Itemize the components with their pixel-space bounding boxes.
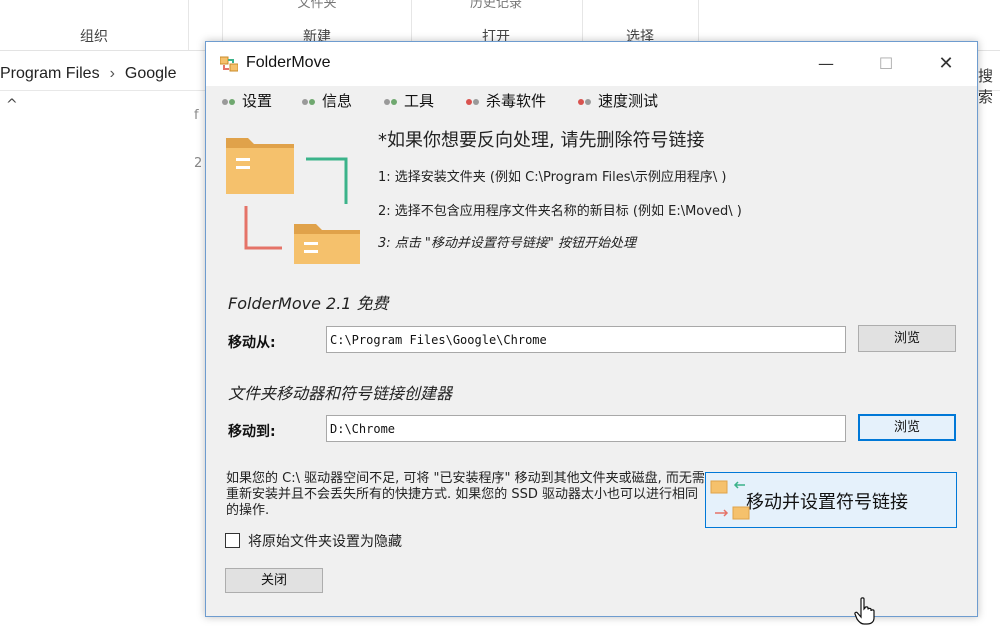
hand-cursor-icon [854, 597, 875, 625]
browse-to-button[interactable]: 浏览 [858, 414, 956, 441]
breadcrumb[interactable]: Program Files › Google [0, 65, 177, 83]
instruction-step-3: 3: 点击 "移动并设置符号链接" 按钮开始处理 [378, 236, 637, 251]
app-icon [220, 56, 238, 72]
version-heading: FolderMove 2.1 免费 [228, 294, 389, 313]
chevron-up-icon[interactable]: ^ [6, 97, 18, 113]
move-from-input[interactable]: C:\Program Files\Google\Chrome [326, 326, 846, 353]
move-to-input[interactable]: D:\Chrome [326, 415, 846, 442]
dots-icon [222, 91, 236, 109]
title-bar[interactable]: FolderMove — ☐ ✕ [206, 42, 977, 86]
reverse-note: *如果你想要反向处理, 请先删除符号链接 [378, 130, 705, 151]
main-content: *如果你想要反向处理, 请先删除符号链接 1: 选择安装文件夹 (例如 C:\P… [206, 114, 977, 625]
move-to-label: 移动到: [228, 424, 276, 440]
move-from-label: 移动从: [228, 335, 276, 351]
dots-icon [466, 91, 480, 109]
maximize-icon[interactable]: ☐ [856, 42, 916, 86]
folder-move-illustration [226, 138, 360, 264]
search-box[interactable]: 搜索 [978, 65, 1000, 107]
explorer-column-fragment: f [194, 108, 199, 123]
move-and-symlink-button[interactable]: 移动并设置符号链接 [705, 472, 957, 528]
browse-from-button[interactable]: 浏览 [858, 325, 956, 352]
ribbon-item-folder[interactable]: 文件夹 [223, 0, 411, 11]
info-text: 如果您的 C:\ 驱动器空间不足, 可将 "已安装程序" 移动到其他文件夹或磁盘… [226, 471, 705, 518]
menu-item-antivirus[interactable]: 杀毒软件 [466, 90, 546, 110]
ribbon-group-organize[interactable]: 组织 [0, 0, 189, 50]
window-title: FolderMove [246, 54, 331, 71]
subtitle-heading: 文件夹移动器和符号链接创建器 [228, 384, 453, 403]
menu-item-tools[interactable]: 工具 [384, 90, 434, 110]
hide-folder-checkbox[interactable]: 将原始文件夹设置为隐藏 [225, 531, 402, 550]
close-button[interactable]: 关闭 [225, 568, 323, 593]
menu-item-settings[interactable]: 设置 [222, 90, 272, 110]
menu-label: 设置 [242, 92, 273, 110]
move-button-label: 移动并设置符号链接 [746, 492, 908, 513]
foldermove-window: FolderMove — ☐ ✕ 设置 信息 工具 杀毒软件 速度测试 *如果你… [205, 41, 978, 625]
checkbox-label: 将原始文件夹设置为隐藏 [248, 534, 402, 550]
checkbox-icon[interactable] [225, 533, 240, 548]
menu-item-speedtest[interactable]: 速度测试 [578, 90, 658, 110]
minimize-icon[interactable]: — [796, 42, 856, 86]
menu-label: 工具 [404, 92, 435, 110]
menu-label: 速度测试 [598, 92, 659, 110]
instruction-step-1: 1: 选择安装文件夹 (例如 C:\Program Files\示例应用程序\ … [378, 170, 727, 185]
close-icon[interactable]: ✕ [916, 42, 976, 86]
breadcrumb-item[interactable]: Program Files [0, 65, 100, 82]
menu-item-info[interactable]: 信息 [302, 90, 352, 110]
ribbon-group-label: 组织 [80, 29, 108, 45]
dots-icon [384, 91, 398, 109]
ribbon-item-history[interactable]: 历史记录 [410, 0, 582, 11]
menu-label: 信息 [322, 92, 353, 110]
instruction-step-2: 2: 选择不包含应用程序文件夹名称的新目标 (例如 E:\Moved\ ) [378, 204, 742, 219]
breadcrumb-separator-icon: › [109, 65, 115, 82]
dots-icon [578, 91, 592, 109]
menu-label: 杀毒软件 [486, 92, 547, 110]
breadcrumb-item[interactable]: Google [125, 65, 177, 82]
menu-bar: 设置 信息 工具 杀毒软件 速度测试 [206, 86, 977, 114]
explorer-column-fragment: 2 [194, 156, 203, 171]
dots-icon [302, 91, 316, 109]
